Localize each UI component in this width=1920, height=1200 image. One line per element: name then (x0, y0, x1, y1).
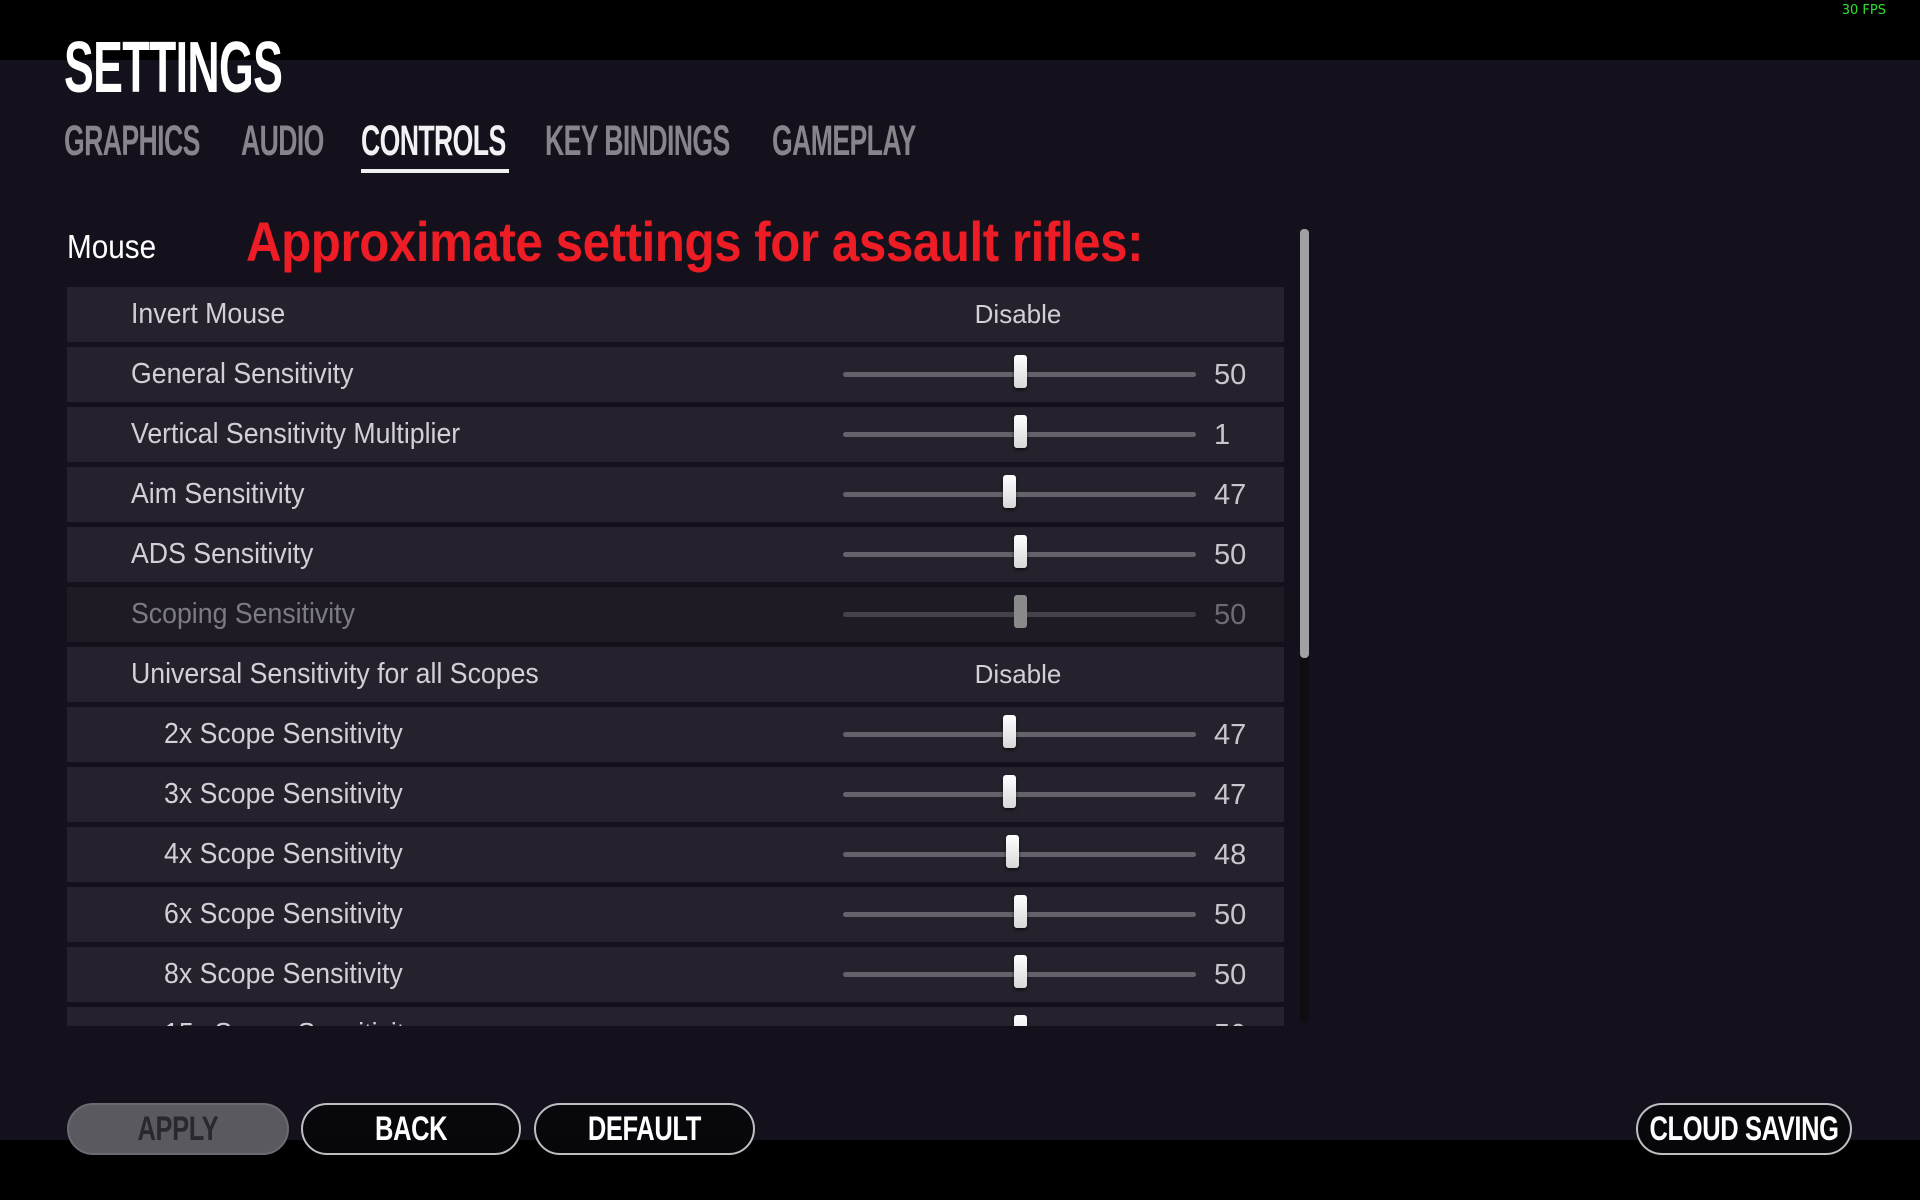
scrollbar-thumb[interactable] (1300, 229, 1309, 658)
setting-label: Scoping Sensitivity (131, 598, 355, 630)
slider-value: 47 (1214, 719, 1247, 751)
setting-row-3x-scope-sensitivity: 3x Scope Sensitivity 47 (67, 767, 1284, 822)
toggle-value[interactable]: Disable (958, 658, 1078, 690)
active-tab-underline (361, 169, 509, 173)
slider-thumb[interactable] (1006, 835, 1020, 868)
setting-row-ads-sensitivity: ADS Sensitivity 50 (67, 527, 1284, 582)
slider-value: 50 (1214, 599, 1247, 631)
setting-row-4x-scope-sensitivity: 4x Scope Sensitivity 48 (67, 827, 1284, 882)
section-label-mouse: Mouse (67, 228, 157, 265)
slider-thumb[interactable] (1013, 1015, 1027, 1026)
slider-value: 50 (1214, 1018, 1246, 1026)
default-label: DEFAULT (587, 1109, 702, 1148)
toggle-value[interactable]: Disable (958, 298, 1078, 330)
setting-row-universal-sensitivity-for-all-scopes: Universal Sensitivity for all Scopes Disa… (67, 647, 1284, 702)
slider-value: 50 (1214, 959, 1247, 991)
apply-label: APPLY (137, 1109, 219, 1148)
slider-thumb (1013, 595, 1027, 628)
slider-value: 50 (1214, 539, 1247, 571)
setting-row-vertical-sensitivity-multiplier: Vertical Sensitivity Multiplier 1 (67, 407, 1284, 462)
slider-thumb[interactable] (1013, 895, 1027, 928)
top-bar (0, 0, 1920, 60)
setting-label: 2x Scope Sensitivity (164, 718, 403, 750)
slider-value: 47 (1214, 479, 1247, 511)
slider-value: 50 (1214, 899, 1247, 931)
cloud-saving-label: CLOUD SAVING (1649, 1109, 1839, 1148)
slider-value: 47 (1214, 779, 1247, 811)
slider-track[interactable] (843, 475, 1196, 508)
scrollbar-track[interactable] (1300, 229, 1309, 1023)
annotation-text: Approximate settings for assault rifles: (246, 210, 1144, 273)
setting-label: 4x Scope Sensitivity (164, 838, 403, 870)
setting-row-15x-scope-sensitivity: 15x Scope Sensitivity 50 (67, 1007, 1284, 1026)
setting-row-8x-scope-sensitivity: 8x Scope Sensitivity 50 (67, 947, 1284, 1002)
tab-graphics[interactable]: GRAPHICS (64, 118, 200, 164)
setting-label: ADS Sensitivity (131, 538, 314, 570)
setting-label: 8x Scope Sensitivity (164, 958, 403, 990)
setting-row-aim-sensitivity: Aim Sensitivity 47 (67, 467, 1284, 522)
slider-track[interactable] (843, 895, 1196, 928)
slider-thumb[interactable] (1013, 955, 1027, 988)
slider-track[interactable] (843, 835, 1196, 868)
back-label: BACK (374, 1109, 448, 1148)
tab-gameplay[interactable]: GAMEPLAY (772, 118, 916, 164)
setting-label: Invert Mouse (131, 298, 286, 330)
setting-row-general-sensitivity: General Sensitivity 50 (67, 347, 1284, 402)
slider-thumb[interactable] (1013, 415, 1027, 448)
setting-row-6x-scope-sensitivity: 6x Scope Sensitivity 50 (67, 887, 1284, 942)
tab-controls[interactable]: CONTROLS (361, 118, 506, 164)
slider-thumb[interactable] (1002, 715, 1016, 748)
setting-label: 15x Scope Sensitivity (164, 1017, 418, 1026)
setting-row-invert-mouse: Invert Mouse Disable (67, 287, 1284, 342)
slider-track[interactable] (843, 535, 1196, 568)
apply-button[interactable]: APPLY (67, 1103, 289, 1155)
slider-thumb[interactable] (1013, 355, 1027, 388)
slider-track[interactable] (843, 355, 1196, 388)
slider-value: 50 (1214, 359, 1247, 391)
setting-row-scoping-sensitivity: Scoping Sensitivity 50 (67, 587, 1284, 642)
setting-label: Aim Sensitivity (131, 478, 305, 510)
fps-counter: 30 FPS (1841, 3, 1886, 18)
setting-label: 6x Scope Sensitivity (164, 898, 403, 930)
tab-key-bindings[interactable]: KEY BINDINGS (545, 118, 730, 164)
settings-list: Invert Mouse Disable General Sensitivity 50… (67, 287, 1284, 1026)
tab-audio[interactable]: AUDIO (241, 118, 324, 164)
setting-row-2x-scope-sensitivity: 2x Scope Sensitivity 47 (67, 707, 1284, 762)
slider-value: 1 (1214, 419, 1231, 451)
setting-label: Vertical Sensitivity Multiplier (131, 418, 461, 450)
slider-thumb[interactable] (1013, 535, 1027, 568)
slider-value: 48 (1214, 839, 1247, 871)
bottom-bar (0, 1140, 1920, 1200)
back-button[interactable]: BACK (301, 1103, 521, 1155)
slider-thumb[interactable] (1002, 775, 1016, 808)
page-title: SETTINGS (64, 28, 283, 108)
slider-track[interactable] (843, 775, 1196, 808)
slider-track (843, 595, 1196, 628)
slider-track[interactable] (843, 715, 1196, 748)
slider-track[interactable] (843, 415, 1196, 448)
slider-track[interactable] (843, 955, 1196, 988)
slider-thumb[interactable] (1002, 475, 1016, 508)
setting-label: General Sensitivity (131, 358, 354, 390)
setting-label: Universal Sensitivity for all Scopes (131, 658, 539, 690)
cloud-saving-button[interactable]: CLOUD SAVING (1636, 1103, 1852, 1155)
default-button[interactable]: DEFAULT (534, 1103, 755, 1155)
setting-label: 3x Scope Sensitivity (164, 778, 403, 810)
